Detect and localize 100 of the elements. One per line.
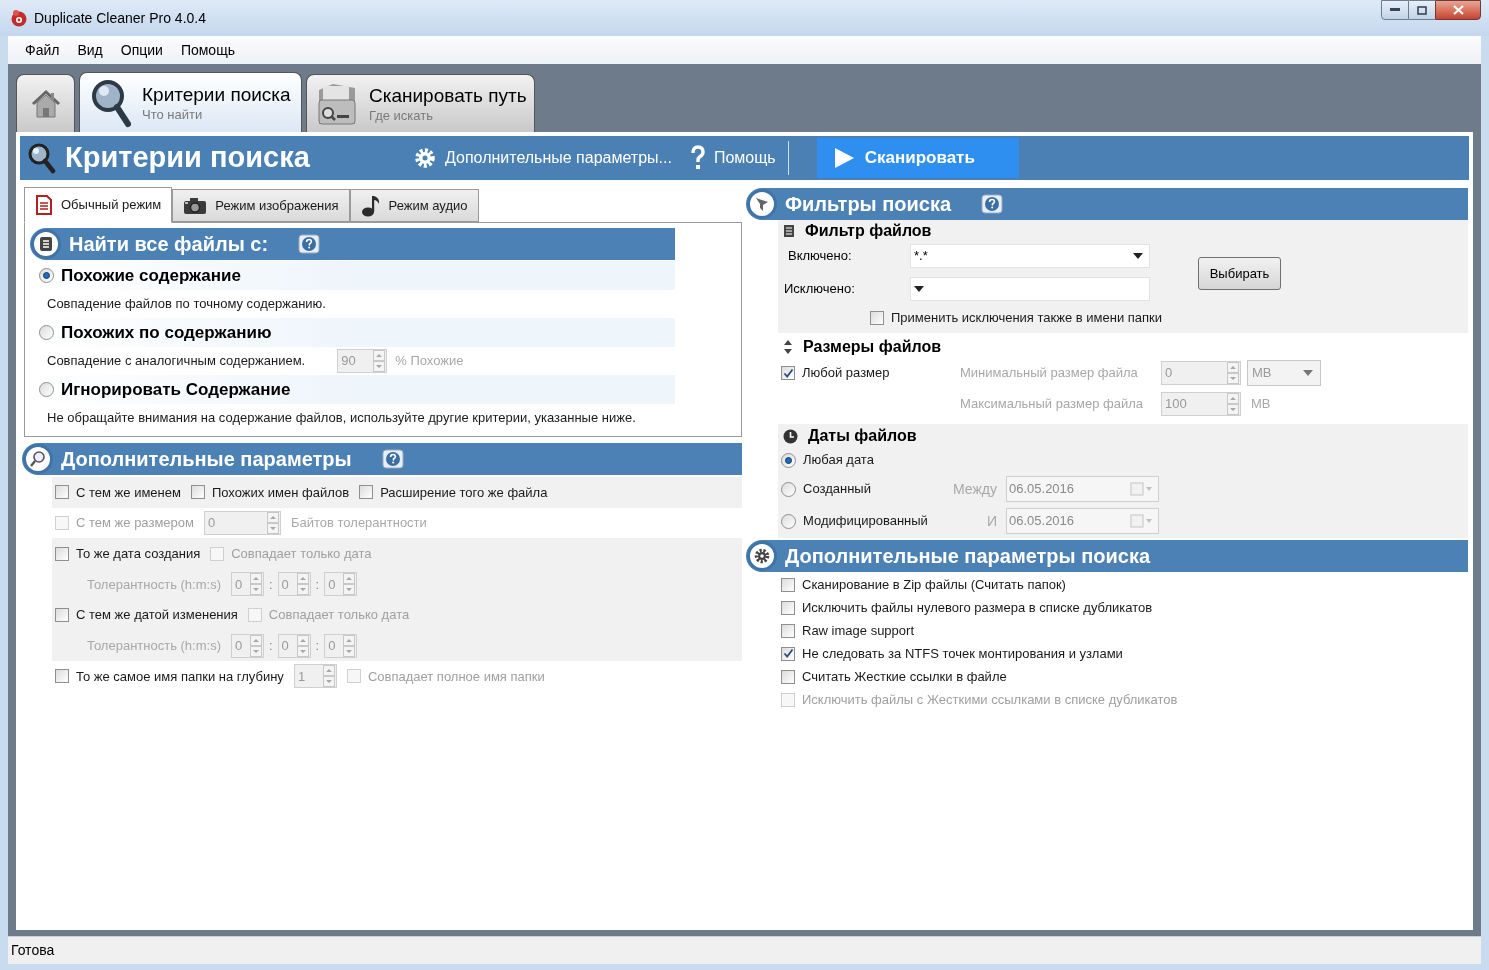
group-title: Даты файлов [808,426,917,446]
clock-icon [783,428,798,444]
checkbox[interactable] [781,623,795,638]
maximize-icon [1417,5,1427,15]
more-options-button[interactable]: Дополнительные параметры... [413,146,672,170]
checkbox[interactable] [781,577,795,592]
radio-label: Созданный [803,480,871,499]
help-icon [298,234,321,254]
menu-item[interactable]: Опции [111,39,172,61]
checkbox[interactable] [359,485,374,500]
checkbox-label: То же самое имя папки на глубину [76,667,284,686]
page-tab[interactable]: Критерии поиска Что найти [79,72,302,132]
help-icon [381,449,404,469]
separator-label: : [268,575,273,594]
menu-item[interactable]: Помощь [171,39,244,61]
caret-icon [1133,253,1143,259]
mode-tab[interactable]: Режим изображения [172,189,350,222]
help-button[interactable]: Помощь [689,145,776,171]
section-title: Дополнительные параметры поиска [785,544,1151,569]
help-icon [981,194,1004,214]
unit-label: % Похожие [395,351,464,370]
checkbox-label: С тем же датой изменения [76,606,238,625]
gear-icon [753,547,771,565]
tab-title: Сканировать путь [369,83,527,108]
tab-subtitle: Что найти [142,106,204,123]
page-tab[interactable]: Сканировать путь Где искать [306,74,535,132]
checkbox-label: Расширение того же файла [380,483,548,502]
field-label: Исключено: [783,280,856,299]
checkbox-label: Сканирование в Zip файлы (Считать папок) [802,575,1066,594]
spinner-arrows-icon [266,512,279,535]
page-title: Критерии поиска [65,140,311,176]
mode-tab[interactable]: Режим аудио [349,189,479,222]
minimize-icon [1390,8,1400,12]
group-title: Фильтр файлов [805,221,932,241]
list-icon [783,224,795,238]
checkbox[interactable] [781,669,795,684]
option-description: Совпадение с аналогичным содержанием. [47,351,306,370]
checkbox[interactable] [190,485,205,500]
spinner-arrows-icon [249,573,262,596]
camera-icon [183,196,208,215]
checkbox[interactable] [55,485,69,500]
window-title: Duplicate Cleaner Pro 4.0.4 [34,8,206,28]
radio-button[interactable] [39,268,54,283]
section-title: Найти все файлы с: [69,232,269,257]
radio-button[interactable] [781,452,796,468]
caret-icon [1303,370,1313,376]
range-label: Между [952,479,997,499]
list-icon [39,236,53,252]
menu-item[interactable]: Файл [16,39,69,61]
checkbox[interactable] [781,600,795,615]
checkbox-label: Совпадает только дата [268,606,410,625]
checkbox-label: Считать Жесткие ссылки в файле [802,667,1007,686]
magnifier-icon [26,142,56,174]
field-label: Толерантность (h:m:s) [87,575,221,594]
check-icon [782,648,794,659]
maximize-button[interactable] [1409,0,1435,20]
checkbox-label: Совпадает полное имя папки [367,667,545,686]
close-button[interactable] [1435,0,1481,20]
radio-label: Игнорировать Содержание [61,378,291,401]
checkbox[interactable] [55,669,69,684]
spinner-arrows-icon [296,573,309,596]
checkbox[interactable] [55,608,69,623]
checkbox-label: С тем же именем [76,483,181,502]
checkbox-label: То же дата создания [76,544,201,563]
mode-tab[interactable]: Обычный режим [24,187,173,223]
checkbox[interactable] [55,546,69,561]
tab-title: Критерии поиска [142,82,291,107]
tab-subtitle: Где искать [369,107,434,124]
app-logo-icon [10,9,28,27]
radio-label: Похожих по содержанию [61,321,272,344]
checkbox-label: Применить исключения также в имени папки [891,309,1163,328]
spinner-arrows-icon [249,634,262,657]
up-down-arrows-icon [783,340,793,354]
spinner-arrows-icon [1227,362,1239,384]
magnifier-icon [29,450,47,468]
checkbox[interactable] [781,366,795,380]
radio-label: Модифицированный [803,512,928,531]
radio-label: Любая дата [803,451,874,470]
section-title: Дополнительные параметры [61,447,352,472]
checkbox-label: Любой размер [802,364,890,383]
minimize-button[interactable] [1381,0,1409,20]
question-mark-icon [689,145,706,171]
combo-box[interactable]: *.* [910,244,1150,268]
checkbox-label: Совпадает только дата [231,544,372,563]
checkbox[interactable] [870,311,884,325]
group-title: Размеры файлов [803,337,942,357]
radio-button[interactable] [39,325,54,340]
scan-button[interactable]: Сканировать [816,138,1019,178]
checkbox[interactable] [781,646,795,661]
home-tab[interactable] [16,74,75,132]
status-text: Готова [11,941,55,960]
choose-button[interactable]: Выбирать [1198,257,1281,290]
radio-button[interactable] [39,382,54,397]
check-icon [782,367,794,379]
separator-label: : [315,637,320,656]
spinner-arrows-icon [1227,393,1239,415]
checkbox-label: Похожих имен файлов [211,483,350,502]
document-icon [35,195,53,215]
menu-item[interactable]: Вид [68,39,112,61]
field-label: Максимальный размер файла [960,395,1144,414]
